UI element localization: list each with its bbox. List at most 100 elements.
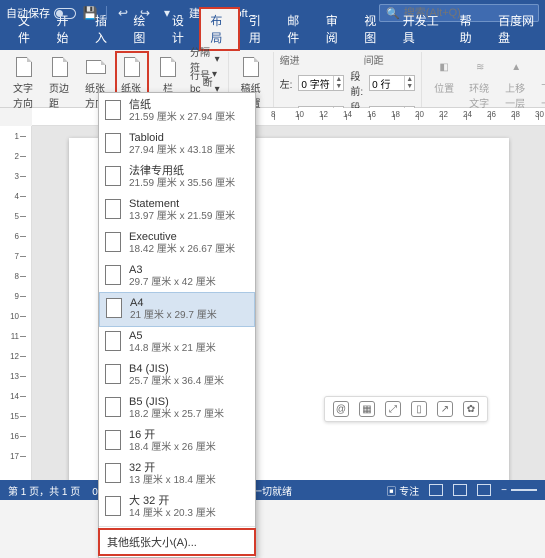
- paper-option-name: Executive: [129, 231, 235, 244]
- paper-option-A3[interactable]: A329.7 厘米 x 42 厘米: [99, 260, 255, 293]
- group-arrange: ◧位置 ≋环绕文字 ▲上移一层 ▼下移一层 排列: [424, 52, 545, 107]
- group-paragraph: 缩进 间距 左: ▲▼ 段前: ▲▼ 右: ▲▼ 段后: ▲▼ 段落: [276, 52, 423, 107]
- indent-header: 缩进: [280, 52, 300, 67]
- paper-option-Statement[interactable]: Statement13.97 厘米 x 21.59 厘米: [99, 194, 255, 227]
- float-fullscreen-icon[interactable]: ⤢: [385, 401, 401, 417]
- toggle-off-icon: [54, 8, 76, 19]
- paper-thumb-icon: [105, 166, 121, 186]
- paper-thumb-icon: [105, 496, 121, 516]
- ribbon-tabs: 文件开始插入绘图设计布局引用邮件审阅视图开发工具帮助百度网盘: [0, 26, 545, 50]
- paper-option-name: B4 (JIS): [129, 363, 224, 376]
- status-focus[interactable]: ▣ 专注: [386, 483, 419, 498]
- tab-绘图[interactable]: 绘图: [123, 8, 161, 50]
- paper-option-name: 法律专用纸: [129, 165, 235, 178]
- paper-thumb-icon: [105, 331, 121, 351]
- paper-option-大 32 开[interactable]: 大 32 开14 厘米 x 20.3 厘米: [99, 491, 255, 524]
- paper-thumb-icon: [105, 397, 121, 417]
- paper-option-dim: 27.94 厘米 x 43.18 厘米: [129, 145, 235, 157]
- paper-option-32 开[interactable]: 32 开13 厘米 x 18.4 厘米: [99, 458, 255, 491]
- paper-option-法律专用纸[interactable]: 法律专用纸21.59 厘米 x 35.56 厘米: [99, 161, 255, 194]
- paper-option-dim: 18.42 厘米 x 26.67 厘米: [129, 244, 235, 256]
- paper-option-B4 (JIS)[interactable]: B4 (JIS)25.7 厘米 x 36.4 厘米: [99, 359, 255, 392]
- dropdown-separator: [99, 526, 255, 527]
- zoom-slider[interactable]: [511, 489, 537, 491]
- paper-option-name: 16 开: [129, 429, 216, 442]
- paper-option-Tabloid[interactable]: Tabloid27.94 厘米 x 43.18 厘米: [99, 128, 255, 161]
- text-direction-button[interactable]: 文字方向: [8, 52, 40, 113]
- paper-thumb-icon: [105, 265, 121, 285]
- paper-size-dropdown: 信纸21.59 厘米 x 27.94 厘米Tabloid27.94 厘米 x 4…: [98, 92, 256, 558]
- text-direction-label: 文字方向: [13, 80, 35, 110]
- paper-option-B5 (JIS)[interactable]: B5 (JIS)18.2 厘米 x 25.7 厘米: [99, 392, 255, 425]
- margins-button[interactable]: 页边距: [44, 52, 76, 113]
- paper-option-name: Statement: [129, 198, 235, 211]
- paper-option-name: A3: [129, 264, 216, 277]
- float-locate-icon[interactable]: @: [333, 401, 349, 417]
- paper-option-name: 信纸: [129, 99, 235, 112]
- paper-option-name: 32 开: [129, 462, 216, 475]
- paper-option-name: A5: [129, 330, 216, 343]
- status-page[interactable]: 第 1 页，共 1 页: [8, 483, 80, 498]
- paper-option-dim: 25.7 厘米 x 36.4 厘米: [129, 376, 224, 388]
- ribbon: 文字方向 页边距 纸张方向 纸张大小 栏 分隔符 ▾ 行号 ▾ bc 断字: [0, 50, 545, 108]
- vertical-ruler[interactable]: 1234567891011121314151617: [0, 126, 32, 480]
- paper-thumb-icon: [105, 133, 121, 153]
- float-bookmark-icon[interactable]: ▯: [411, 401, 427, 417]
- send-backward-button: ▼下移一层: [536, 52, 545, 113]
- paper-option-dim: 13 厘米 x 18.4 厘米: [129, 475, 216, 487]
- tab-引用[interactable]: 引用: [239, 8, 277, 50]
- paper-option-dim: 21 厘米 x 29.7 厘米: [130, 310, 217, 322]
- indent-left-spin[interactable]: ▲▼: [298, 75, 344, 91]
- margins-label: 页边距: [49, 80, 71, 110]
- paper-option-dim: 14.8 厘米 x 21 厘米: [129, 343, 216, 355]
- paper-option-dim: 13.97 厘米 x 21.59 厘米: [129, 211, 235, 223]
- tab-开发工具[interactable]: 开发工具: [393, 8, 450, 50]
- paper-option-name: B5 (JIS): [129, 396, 224, 409]
- paper-option-dim: 29.7 厘米 x 42 厘米: [129, 277, 216, 289]
- paper-thumb-icon: [105, 364, 121, 384]
- spin-arrows-icon[interactable]: ▲▼: [333, 76, 343, 90]
- tab-百度网盘[interactable]: 百度网盘: [488, 8, 545, 50]
- tab-文件[interactable]: 文件: [8, 8, 46, 50]
- position-button: ◧位置: [428, 52, 460, 98]
- status-bar: 第 1 页，共 1 页 0 个字 中文(中国) ♿ 辅助功能: 一切就绪 ▣ 专…: [0, 480, 545, 500]
- paper-thumb-icon: [106, 298, 122, 318]
- space-before-spin[interactable]: ▲▼: [369, 75, 415, 91]
- paper-option-dim: 18.4 厘米 x 26 厘米: [129, 442, 216, 454]
- spacing-header: 间距: [364, 52, 384, 67]
- paper-option-A5[interactable]: A514.8 厘米 x 21 厘米: [99, 326, 255, 359]
- paper-thumb-icon: [105, 232, 121, 252]
- view-read-mode-icon[interactable]: [453, 484, 467, 496]
- paper-option-Executive[interactable]: Executive18.42 厘米 x 26.67 厘米: [99, 227, 255, 260]
- tab-帮助[interactable]: 帮助: [450, 8, 488, 50]
- paper-option-信纸[interactable]: 信纸21.59 厘米 x 27.94 厘米: [99, 95, 255, 128]
- float-view-icon[interactable]: ▦: [359, 401, 375, 417]
- paper-option-A4[interactable]: A421 厘米 x 29.7 厘米: [99, 292, 255, 327]
- paper-option-name: 大 32 开: [129, 495, 216, 508]
- float-settings-icon[interactable]: ✿: [463, 401, 479, 417]
- paper-option-dim: 21.59 厘米 x 27.94 厘米: [129, 112, 235, 124]
- zoom-controls[interactable]: −: [501, 485, 537, 496]
- zoom-out-icon[interactable]: −: [501, 485, 507, 496]
- paper-option-dim: 18.2 厘米 x 25.7 厘米: [129, 409, 224, 421]
- more-paper-sizes[interactable]: 其他纸张大小(A)...: [99, 529, 255, 555]
- tab-邮件[interactable]: 邮件: [277, 8, 315, 50]
- view-web-layout-icon[interactable]: [477, 484, 491, 496]
- work-area: 1234567891011121314151617 @ ▦ ⤢ ▯ ↗ ✿: [0, 126, 545, 480]
- paper-thumb-icon: [105, 199, 121, 219]
- tab-视图[interactable]: 视图: [354, 8, 392, 50]
- indent-left-label: 左:: [280, 76, 293, 91]
- wrap-text-button: ≋环绕文字: [464, 52, 496, 113]
- spin-arrows-icon[interactable]: ▲▼: [404, 76, 414, 90]
- view-print-layout-icon[interactable]: [429, 484, 443, 496]
- paper-option-16 开[interactable]: 16 开18.4 厘米 x 26 厘米: [99, 425, 255, 458]
- space-before-label: 段前:: [350, 68, 363, 98]
- float-share-icon[interactable]: ↗: [437, 401, 453, 417]
- paper-option-dim: 21.59 厘米 x 35.56 厘米: [129, 178, 235, 190]
- tab-插入[interactable]: 插入: [85, 8, 123, 50]
- paper-thumb-icon: [105, 430, 121, 450]
- paper-option-name: Tabloid: [129, 132, 235, 145]
- tab-审阅[interactable]: 审阅: [316, 8, 354, 50]
- breaks-button[interactable]: 分隔符 ▾: [188, 52, 222, 66]
- bring-forward-button: ▲上移一层: [500, 52, 532, 113]
